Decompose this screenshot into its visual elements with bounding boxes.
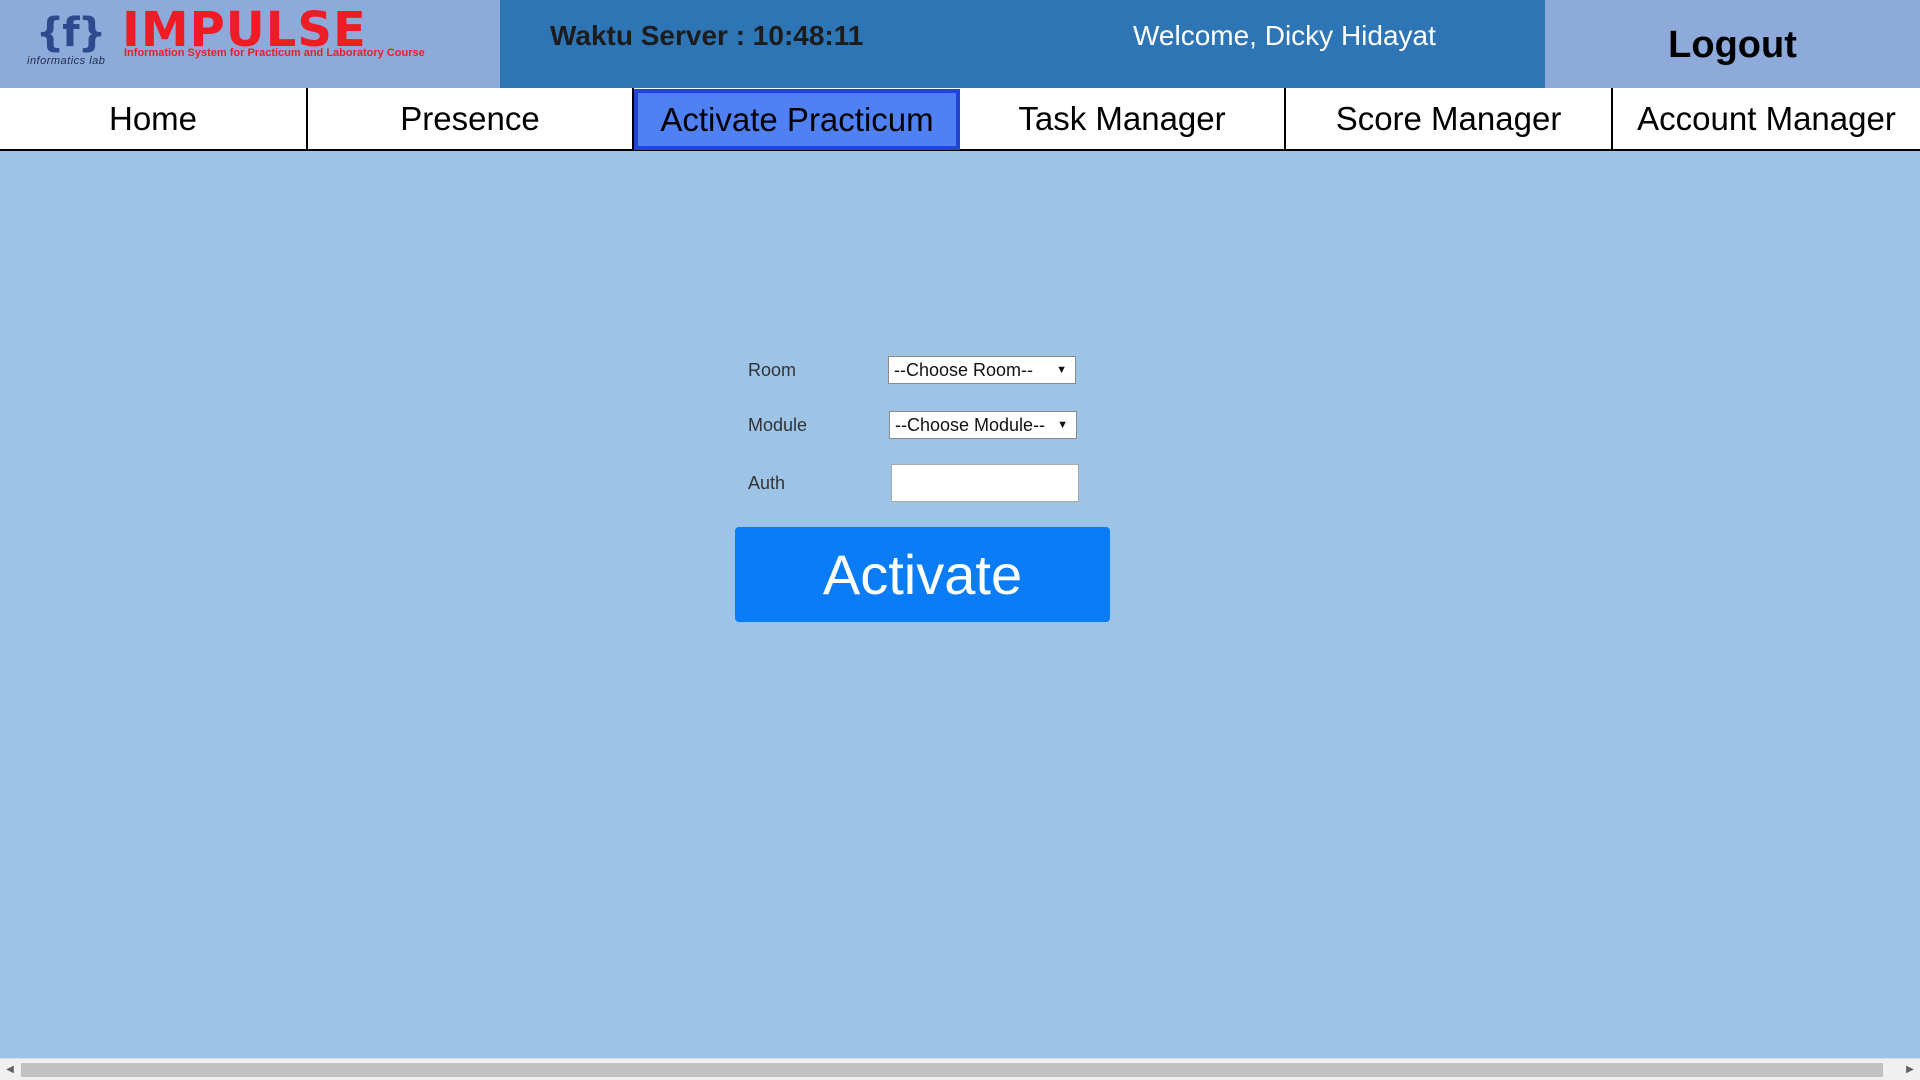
- auth-input[interactable]: [891, 464, 1079, 502]
- module-select[interactable]: --Choose Module-- ▼: [889, 411, 1077, 439]
- nav-item-activate-practicum[interactable]: Activate Practicum: [634, 89, 960, 150]
- welcome-message: Welcome, Dicky Hidayat: [1133, 20, 1436, 51]
- room-label: Room: [748, 359, 797, 380]
- nav-item-score-manager[interactable]: Score Manager: [1286, 88, 1613, 149]
- room-select[interactable]: --Choose Room-- ▼: [888, 356, 1076, 384]
- room-select-value: --Choose Room--: [894, 359, 1034, 380]
- brand-area: {f} informatics lab IMPULSE Information …: [0, 0, 500, 88]
- activate-button[interactable]: Activate: [735, 527, 1110, 622]
- server-bar: Waktu Server : 10:48:11 Welcome, Dicky H…: [500, 0, 1545, 88]
- app-tagline: Information System for Practicum and Lab…: [124, 47, 425, 59]
- module-select-value: --Choose Module--: [895, 414, 1046, 435]
- nav-item-home[interactable]: Home: [0, 88, 308, 149]
- scroll-left-icon[interactable]: ◀: [2, 1063, 18, 1077]
- horizontal-scrollbar[interactable]: ◀ ▶: [0, 1058, 1920, 1080]
- caret-down-icon: ▼: [1057, 419, 1068, 431]
- auth-row: Auth: [748, 464, 1079, 502]
- module-label: Module: [748, 414, 808, 435]
- header: {f} informatics lab IMPULSE Information …: [0, 0, 1920, 88]
- scrollbar-thumb[interactable]: [21, 1063, 1883, 1077]
- logo-subtitle: informatics lab: [27, 55, 106, 67]
- nav-item-presence[interactable]: Presence: [308, 88, 634, 149]
- main-nav: Home Presence Activate Practicum Task Ma…: [0, 88, 1920, 151]
- logout-area: Logout: [1545, 0, 1920, 88]
- server-time: Waktu Server : 10:48:11: [550, 20, 864, 51]
- nav-item-account-manager[interactable]: Account Manager: [1613, 88, 1920, 149]
- scroll-right-icon[interactable]: ▶: [1902, 1063, 1918, 1077]
- nav-item-task-manager[interactable]: Task Manager: [960, 88, 1286, 149]
- logout-button[interactable]: Logout: [1668, 22, 1797, 67]
- room-row: Room --Choose Room-- ▼: [748, 356, 1076, 384]
- module-row: Module --Choose Module-- ▼: [748, 411, 1077, 439]
- if-logo-icon: {f}: [35, 10, 106, 56]
- caret-down-icon: ▼: [1056, 364, 1067, 376]
- auth-label: Auth: [748, 472, 786, 493]
